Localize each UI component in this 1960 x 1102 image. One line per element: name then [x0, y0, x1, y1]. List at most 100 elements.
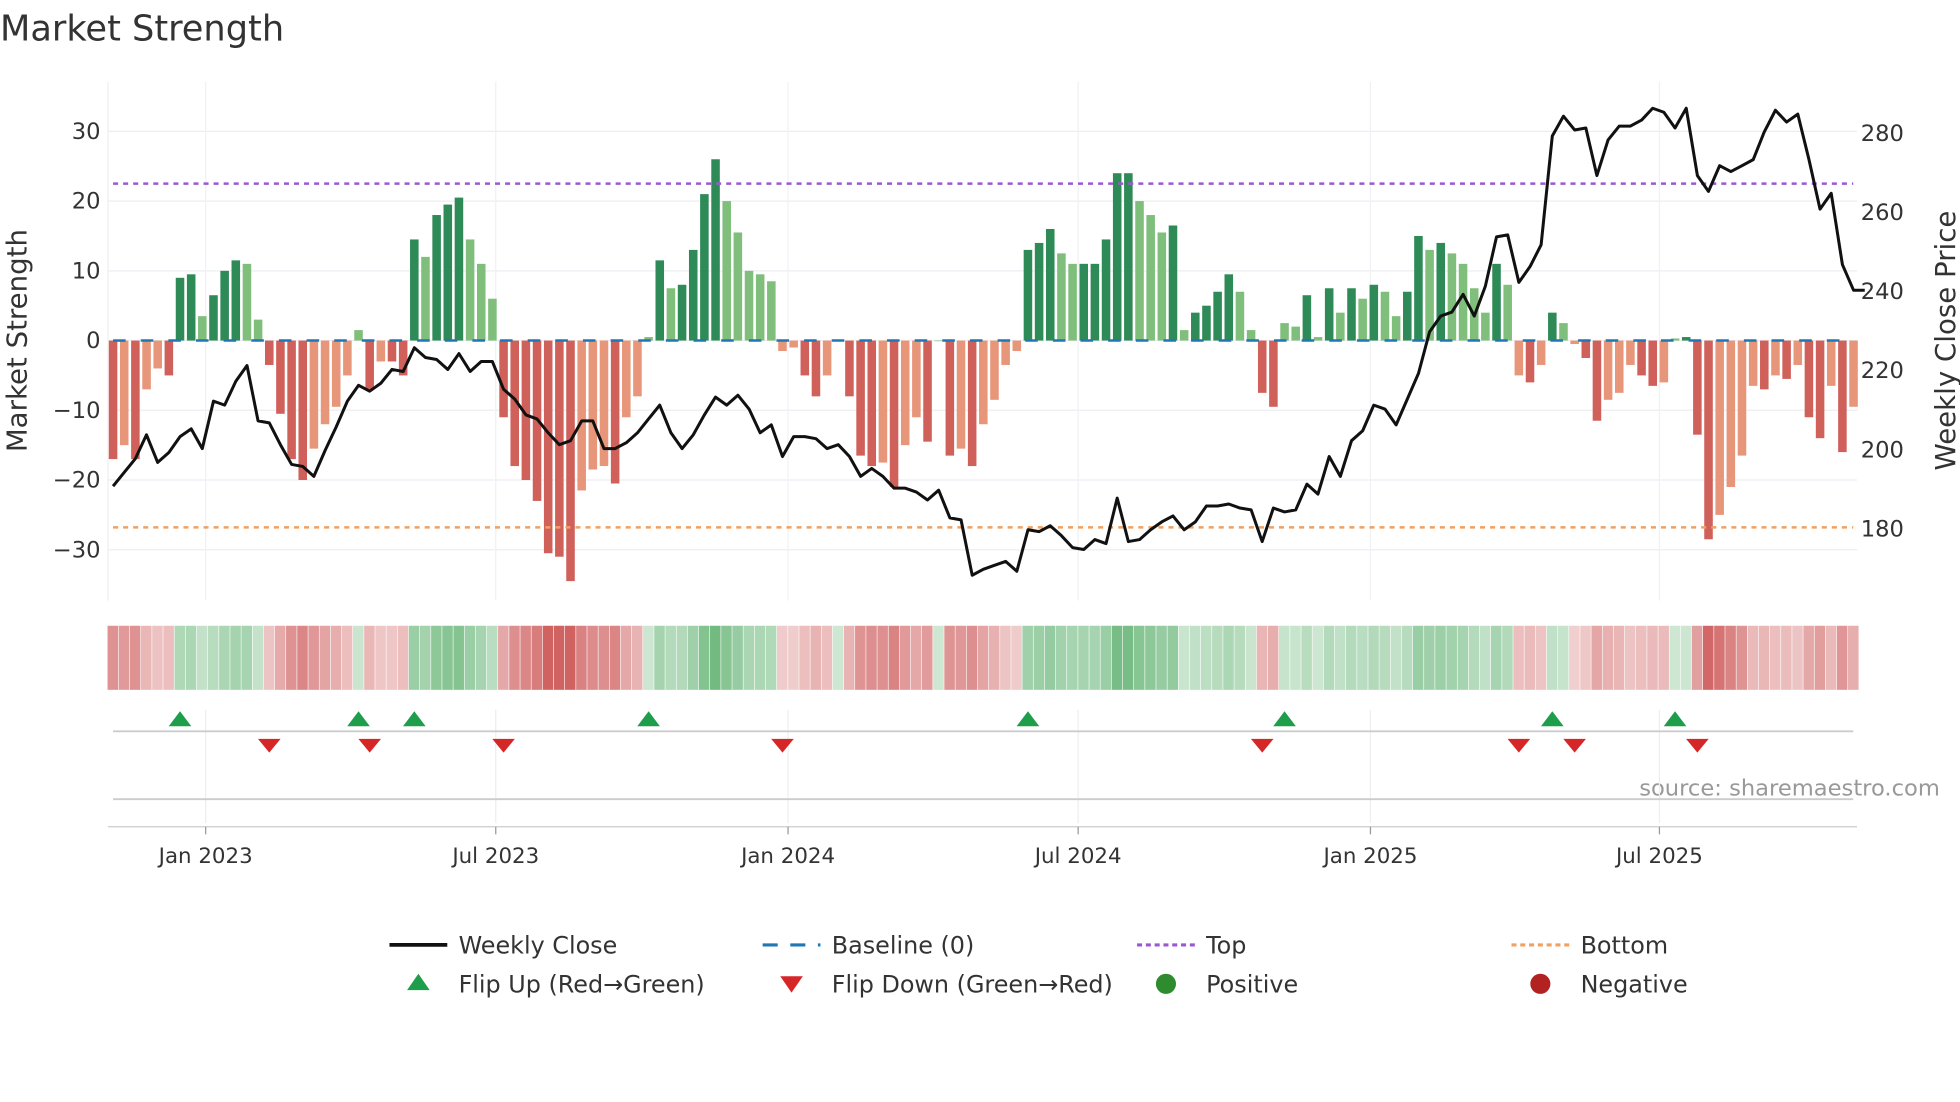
strip-cell: [1379, 625, 1390, 690]
strip-cell: [1803, 625, 1814, 690]
strength-bar: [1034, 242, 1044, 341]
strip-cell: [977, 625, 989, 690]
strength-bar: [1191, 312, 1200, 341]
strip-cell: [576, 625, 587, 690]
strength-bar: [1246, 330, 1256, 341]
strength-bar: [1157, 232, 1167, 341]
y-tick-label: 0: [86, 328, 100, 354]
strip-cell: [1290, 625, 1301, 690]
strength-bar: [767, 281, 776, 341]
legend-circle-icon: [1155, 973, 1176, 994]
strip-cell: [587, 625, 598, 690]
strip-cell: [118, 625, 130, 690]
flip-down-marker: [358, 738, 381, 753]
strip-cell: [1345, 625, 1357, 690]
strength-bar: [822, 340, 832, 376]
y2-tick-label: 240: [1861, 279, 1904, 305]
strip-cell: [1055, 625, 1067, 690]
strength-bar: [543, 340, 553, 554]
strip-cell: [1613, 625, 1625, 690]
strip-cell: [1769, 625, 1781, 690]
strip-cell: [531, 625, 543, 690]
strip-cell: [910, 625, 922, 690]
strength-bar: [1068, 263, 1077, 341]
flip-up-marker: [403, 711, 426, 727]
strength-bar: [488, 298, 497, 341]
flip-up-marker: [1016, 711, 1040, 727]
strip-cell: [933, 625, 944, 690]
strip-cell: [475, 625, 487, 690]
strength-bar: [1124, 173, 1133, 341]
strip-cell: [1089, 625, 1100, 690]
strip-cell: [743, 625, 755, 690]
strip-cell: [665, 625, 676, 690]
strength-bar: [1436, 242, 1446, 341]
strength-bar: [1548, 312, 1557, 341]
strength-bar: [789, 340, 798, 348]
strength-bar: [1414, 235, 1423, 341]
strip-cell: [598, 625, 610, 690]
strength-bar: [1503, 284, 1512, 341]
strength-bar: [1492, 263, 1501, 341]
legend-label: Top: [1205, 932, 1246, 960]
strength-bar: [610, 340, 620, 484]
strip-cell: [553, 625, 565, 690]
strip-cell: [1011, 625, 1022, 690]
strip-cell: [687, 625, 699, 690]
strength-bar: [1704, 340, 1713, 540]
strip-cell: [1301, 625, 1312, 690]
strip-cell: [1435, 625, 1446, 690]
strip-cell: [1825, 625, 1837, 690]
strength-bar: [1001, 340, 1010, 365]
strength-bar: [1358, 298, 1367, 341]
strength-bar: [119, 340, 129, 446]
strip-cell: [1557, 625, 1569, 690]
y-tick-label: −30: [53, 537, 101, 563]
strength-bar: [733, 232, 743, 341]
strength-bar: [688, 249, 698, 341]
strength-bar: [1168, 225, 1178, 341]
strip-cell: [1234, 625, 1245, 690]
strength-bar: [878, 340, 888, 463]
strip-cell: [832, 625, 844, 690]
strength-bar: [265, 340, 274, 365]
flip-down-marker: [1563, 738, 1586, 753]
strength-bar: [354, 330, 363, 341]
strip-cell: [1390, 625, 1402, 690]
strip-cell: [1312, 625, 1324, 690]
strength-bar: [1815, 340, 1825, 439]
y2-tick-label: 280: [1861, 121, 1904, 147]
legend-triangle-down-icon: [780, 976, 803, 993]
strip-cell: [821, 625, 833, 690]
strip-cell: [1334, 625, 1346, 690]
strength-bar: [1793, 340, 1803, 365]
strength-bar: [912, 340, 921, 418]
strip-cell: [620, 625, 632, 690]
strength-bar: [1213, 291, 1222, 341]
strength-bar: [309, 340, 319, 449]
strip-cell: [1569, 625, 1580, 690]
strip-cell: [375, 625, 386, 690]
strength-bar: [365, 340, 374, 390]
strip-cell: [788, 625, 799, 690]
x-tick-label: Jul 2025: [1614, 844, 1703, 869]
strength-bar: [1347, 288, 1356, 341]
strength-bar: [1626, 340, 1635, 365]
strip-cell: [843, 625, 855, 690]
strip-cell: [319, 625, 331, 690]
flip-down-marker: [771, 738, 794, 753]
strip-cell: [1725, 625, 1736, 690]
strength-bar: [1179, 330, 1189, 341]
strip-cell: [922, 625, 933, 690]
strip-cell: [1033, 625, 1045, 690]
strength-bar: [1481, 312, 1490, 341]
strip-cell: [274, 625, 286, 690]
strength-bar: [387, 340, 397, 362]
weekly-close-line: [111, 106, 1865, 577]
strength-bar: [1748, 340, 1758, 386]
strength-bar: [1659, 340, 1669, 383]
strip-cell: [330, 625, 342, 690]
strength-bar: [465, 239, 475, 341]
strip-cell: [386, 625, 398, 690]
y-tick-label: −10: [53, 398, 101, 424]
